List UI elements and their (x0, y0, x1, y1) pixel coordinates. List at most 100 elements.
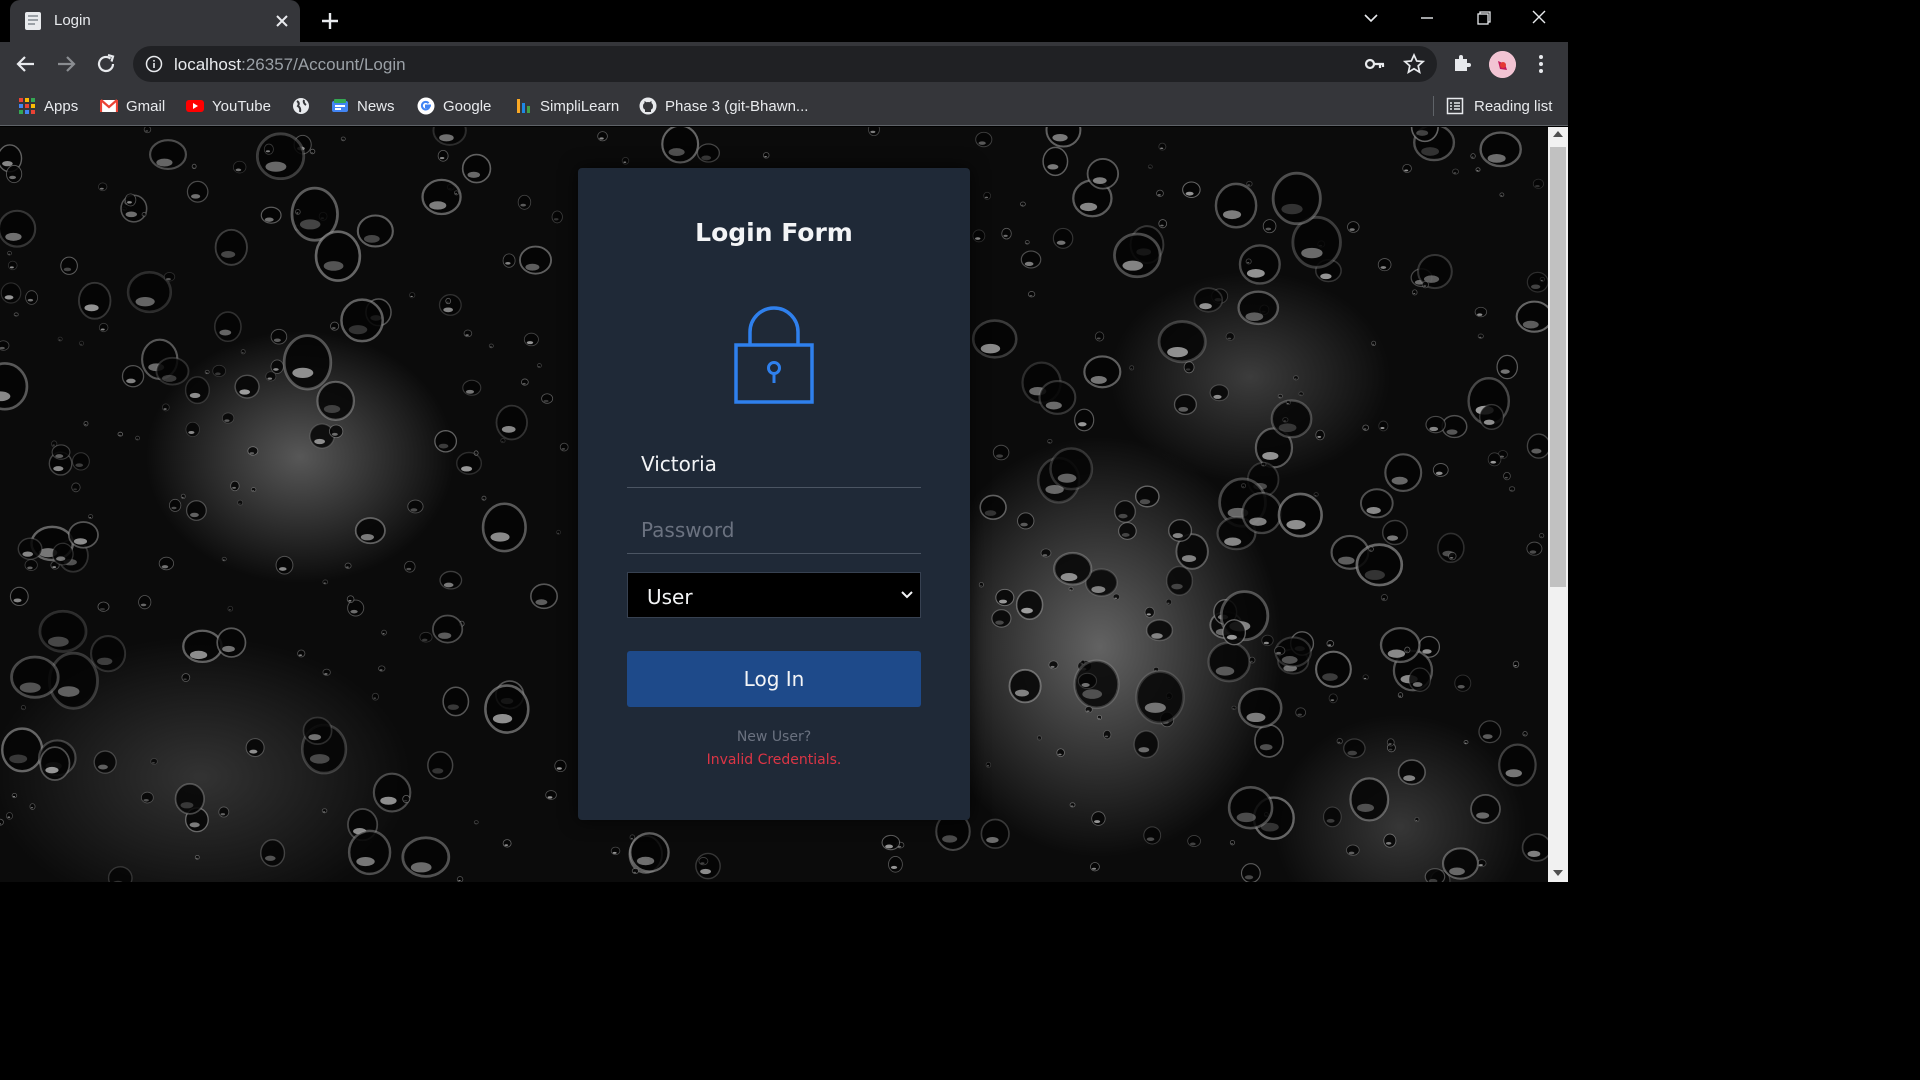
restore-icon[interactable] (1468, 6, 1498, 30)
raindrop (1157, 320, 1207, 364)
raindrop (124, 193, 137, 207)
raindrop (696, 143, 720, 163)
raindrop (1381, 519, 1408, 546)
gmail-icon (100, 99, 118, 112)
raindrop (270, 328, 288, 345)
new-user-link[interactable]: New User? (578, 729, 970, 745)
raindrop (1271, 171, 1322, 226)
raindrop (346, 595, 355, 604)
bookmark-label: SimpliLearn (540, 97, 620, 115)
raindrop (1475, 167, 1481, 172)
bookmark-news[interactable]: News (331, 86, 395, 126)
tab-search-chevron-icon[interactable] (1356, 6, 1386, 30)
password-key-icon[interactable] (1364, 54, 1386, 74)
raindrop (1295, 707, 1307, 718)
raindrop (1048, 660, 1059, 670)
raindrop (371, 692, 379, 701)
raindrop (1441, 414, 1468, 439)
raindrop (1168, 519, 1193, 542)
scroll-down-arrow-icon[interactable] (1553, 870, 1563, 876)
bookmark-globe[interactable] (292, 86, 318, 126)
google-icon (417, 97, 435, 115)
extensions-icon[interactable] (1451, 52, 1473, 74)
raindrop (1222, 619, 1247, 646)
raindrop (263, 143, 274, 155)
raindrop (1113, 232, 1162, 279)
password-input[interactable] (627, 506, 921, 554)
raindrop (427, 751, 454, 780)
raindrop (519, 245, 553, 275)
new-tab-icon[interactable] (318, 9, 342, 33)
browser-menu-icon[interactable] (1532, 52, 1550, 76)
raindrop (57, 336, 63, 342)
raindrop (1414, 816, 1420, 823)
close-window-icon[interactable] (1524, 6, 1554, 30)
username-input[interactable] (627, 440, 921, 488)
raindrop (1526, 433, 1548, 459)
raindrop (971, 319, 1018, 359)
raindrop (1362, 674, 1369, 681)
bookmark-github[interactable]: Phase 3 (git-Bhawn... (639, 86, 808, 126)
login-button[interactable]: Log In (627, 651, 921, 707)
raindrop (5, 164, 23, 184)
bookmark-google[interactable]: Google (417, 86, 491, 126)
scroll-up-arrow-icon[interactable] (1553, 131, 1563, 137)
login-card: Login Form User Log In New User? Invalid… (578, 168, 970, 820)
raindrop (1047, 438, 1053, 444)
raindrop (1397, 759, 1426, 786)
bookmark-gmail[interactable]: Gmail (100, 86, 165, 126)
raindrop (1020, 201, 1026, 207)
raindrop (523, 332, 539, 347)
raindrop (1404, 646, 1411, 654)
url-text: localhost:26357/Account/Login (174, 55, 406, 75)
raindrop (1498, 743, 1537, 787)
page-scrollbar[interactable] (1548, 127, 1568, 882)
reload-icon[interactable] (94, 52, 118, 76)
site-info-icon[interactable] (145, 55, 163, 73)
raindrop (232, 160, 247, 174)
raindrop (1145, 619, 1174, 642)
back-icon[interactable] (14, 52, 38, 76)
raindrop (347, 829, 392, 876)
raindrop (372, 772, 412, 813)
raindrop (1129, 365, 1135, 371)
raindrop (180, 493, 186, 500)
raindrop (7, 250, 12, 256)
raindrop (432, 127, 467, 146)
minimize-icon[interactable] (1412, 6, 1442, 30)
close-tab-icon[interactable] (272, 11, 292, 31)
reading-list-button[interactable]: Reading list (1446, 86, 1552, 126)
raindrop (1326, 640, 1335, 648)
raindrop (1096, 714, 1102, 720)
raindrop (1448, 551, 1457, 561)
raindrop (421, 178, 462, 216)
scroll-thumb[interactable] (1550, 147, 1566, 587)
raindrop (1056, 748, 1065, 758)
raindrop (282, 334, 333, 391)
raindrop (135, 435, 141, 441)
raindrop (1397, 692, 1404, 699)
role-select[interactable]: User (627, 572, 921, 618)
raindrop (1499, 192, 1505, 198)
raindrop (141, 212, 147, 217)
raindrop (17, 537, 43, 561)
raindrop (975, 131, 993, 148)
bookmark-youtube[interactable]: YouTube (186, 86, 271, 126)
raindrop (158, 556, 175, 571)
raindrop (1015, 589, 1044, 620)
raindrop (107, 866, 133, 882)
profile-avatar[interactable] (1489, 51, 1516, 78)
raindrop (517, 194, 532, 210)
raindrop (868, 127, 880, 137)
bookmark-star-icon[interactable] (1403, 53, 1425, 75)
raindrop (1086, 157, 1120, 190)
forward-icon[interactable] (54, 52, 78, 76)
browser-tab[interactable]: Login (10, 0, 300, 42)
raindrop (438, 294, 462, 316)
bookmark-apps[interactable]: Apps (18, 86, 78, 126)
raindrop (1323, 806, 1342, 828)
raindrop (330, 321, 340, 331)
raindrop (597, 131, 608, 142)
bookmark-simplilearn[interactable]: SimpliLearn (514, 86, 619, 126)
address-bar[interactable]: localhost:26357/Account/Login (133, 46, 1437, 82)
